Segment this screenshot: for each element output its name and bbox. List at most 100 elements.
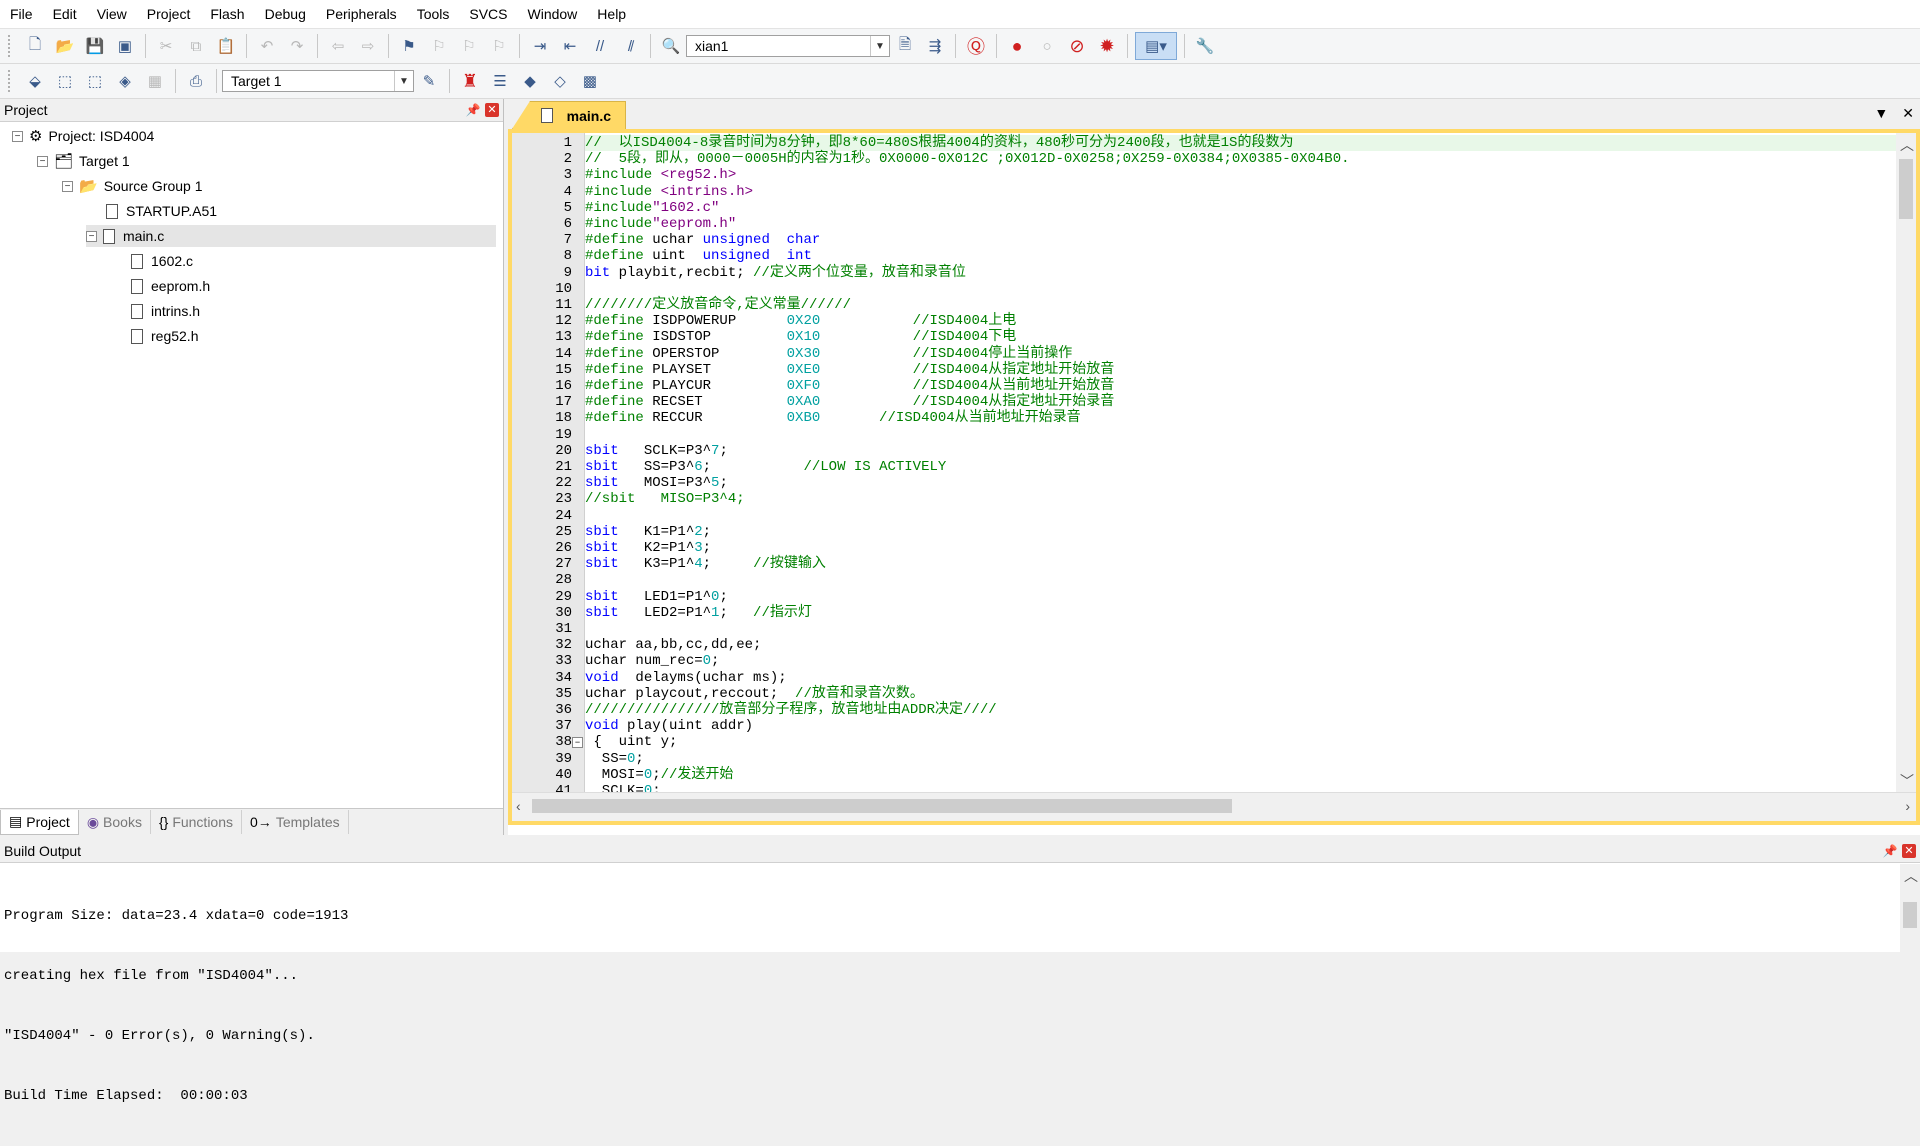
find-icon[interactable]: 🗎 (892, 33, 918, 59)
code-line[interactable]: #define RECCUR 0XB0 //ISD4004从当前地址开始录音 (585, 410, 1900, 426)
code-line[interactable]: void play(uint addr) (585, 718, 1900, 734)
pin-icon[interactable]: 📌 (465, 103, 481, 117)
select-packs-icon[interactable]: ◆ (517, 68, 543, 94)
chevron-up-icon[interactable]: ︿ (1900, 135, 1914, 155)
collapse-icon[interactable]: − (62, 180, 73, 192)
tab-functions[interactable]: {} Functions (151, 810, 243, 834)
menu-window[interactable]: Window (518, 6, 588, 22)
code-line[interactable]: MOSI=0;//发送开始 (585, 767, 1900, 783)
code-line[interactable]: #define ISDSTOP 0X10 //ISD4004下电 (585, 329, 1900, 345)
menu-peripherals[interactable]: Peripherals (316, 6, 407, 22)
close-tab-icon[interactable]: ✕ (1902, 105, 1914, 122)
incremental-find-icon[interactable]: ⇶ (922, 33, 948, 59)
code-line[interactable]: ////////定义放音命令,定义常量////// (585, 297, 1900, 313)
menu-edit[interactable]: Edit (43, 6, 87, 22)
tree-group-node[interactable]: − 📂 Source Group 1 (62, 175, 203, 197)
menu-project[interactable]: Project (137, 6, 201, 22)
manage-components-icon[interactable]: ♜ (457, 68, 483, 94)
menu-debug[interactable]: Debug (255, 6, 316, 22)
close-icon[interactable]: ✕ (485, 103, 499, 117)
collapse-icon[interactable]: − (86, 230, 97, 242)
code-line[interactable]: sbit K1=P1^2; (585, 524, 1900, 540)
file-extensions-icon[interactable]: ☰ (487, 68, 513, 94)
code-line[interactable]: uchar num_rec=0; (585, 653, 1900, 669)
chevron-right-icon[interactable]: › (1905, 798, 1910, 814)
tab-templates[interactable]: 0→ Templates (242, 810, 349, 834)
code-line[interactable]: SS=0; (585, 751, 1900, 767)
tab-main-c[interactable]: main.c (512, 101, 626, 129)
pin-icon[interactable]: 📌 (1882, 844, 1898, 858)
redo-icon[interactable]: ↷ (284, 33, 310, 59)
copy-icon[interactable]: ⧉ (183, 33, 209, 59)
collapse-icon[interactable]: − (12, 130, 23, 142)
cut-icon[interactable]: ✂ (153, 33, 179, 59)
close-icon[interactable]: ✕ (1902, 844, 1916, 858)
prev-bookmark-icon[interactable]: ⚐ (426, 33, 452, 59)
menu-view[interactable]: View (87, 6, 137, 22)
run-time-environment-icon[interactable]: ▩ (577, 68, 603, 94)
open-folder-icon[interactable]: 📂 (52, 33, 78, 59)
navigate-forward-icon[interactable]: ⇨ (355, 33, 381, 59)
code-line[interactable]: #define PLAYSET 0XE0 //ISD4004从指定地址开始放音 (585, 362, 1900, 378)
code-line[interactable]: { uint y; (585, 734, 1900, 750)
code-line[interactable]: #include"1602.c" (585, 200, 1900, 216)
find-in-files-icon[interactable]: 🔍 (658, 33, 684, 59)
uncomment-icon[interactable]: /̸ (617, 33, 643, 59)
code-line[interactable]: sbit SS=P3^6; //LOW IS ACTIVELY (585, 459, 1900, 475)
code-line[interactable]: sbit LED1=P1^0; (585, 589, 1900, 605)
code-line[interactable] (585, 427, 1900, 443)
code-line[interactable]: #include <intrins.h> (585, 184, 1900, 200)
code-line[interactable]: bit playbit,recbit; //定义两个位变量，放音和录音位 (585, 265, 1900, 281)
clear-bookmarks-icon[interactable]: ⚐ (486, 33, 512, 59)
code-line[interactable] (585, 508, 1900, 524)
menu-tools[interactable]: Tools (407, 6, 460, 22)
breakpoint-icon[interactable]: ● (1004, 33, 1030, 59)
vertical-scrollbar[interactable]: ︿ (1900, 864, 1920, 952)
chevron-down-icon[interactable]: ▼ (870, 36, 889, 56)
kill-all-breakpoints-icon[interactable]: ✹ (1094, 33, 1120, 59)
vertical-scrollbar[interactable]: ︿ ﹀ (1896, 133, 1916, 793)
tree-include-1602[interactable]: 1602.c (131, 250, 193, 272)
undo-icon[interactable]: ↶ (254, 33, 280, 59)
menu-svcs[interactable]: SVCS (459, 6, 517, 22)
toolbar-grip[interactable] (8, 70, 14, 92)
configure-icon[interactable]: 🔧 (1192, 33, 1218, 59)
chevron-up-icon[interactable]: ︿ (1904, 866, 1918, 886)
code-line[interactable]: void delayms(uchar ms); (585, 670, 1900, 686)
tree-include-eeprom[interactable]: eeprom.h (131, 275, 210, 297)
code-line[interactable]: sbit SCLK=P3^7; (585, 443, 1900, 459)
code-line[interactable]: sbit MOSI=P3^5; (585, 475, 1900, 491)
indent-icon[interactable]: ⇥ (527, 33, 553, 59)
scrollbar-thumb[interactable] (1903, 902, 1917, 928)
tree-file-main[interactable]: − main.c (86, 225, 496, 247)
tree-include-reg52[interactable]: reg52.h (131, 325, 198, 347)
batch-build-icon[interactable]: ◈ (112, 68, 138, 94)
chevron-left-icon[interactable]: ‹ (516, 798, 521, 814)
tree-include-intrins[interactable]: intrins.h (131, 300, 200, 322)
code-line[interactable]: #define uint unsigned int (585, 248, 1900, 264)
code-line[interactable]: #include <reg52.h> (585, 167, 1900, 183)
menu-file[interactable]: File (0, 6, 43, 22)
code-line[interactable]: uchar playcout,reccout; //放音和录音次数。 (585, 686, 1900, 702)
download-icon[interactable]: ⎙ (183, 68, 209, 94)
build-icon[interactable]: ⬚ (52, 68, 78, 94)
tab-project[interactable]: ▤ Project (0, 809, 79, 835)
target-combo[interactable]: Target 1 ▼ (222, 70, 414, 92)
code-line[interactable]: #define ISDPOWERUP 0X20 //ISD4004上电 (585, 313, 1900, 329)
rebuild-icon[interactable]: ⬚ (82, 68, 108, 94)
navigate-back-icon[interactable]: ⇦ (325, 33, 351, 59)
target-options-icon[interactable]: ✎ (416, 68, 442, 94)
code-line[interactable]: #define uchar unsigned char (585, 232, 1900, 248)
tab-books[interactable]: ◉ Books (79, 810, 151, 834)
start-debug-icon[interactable]: Ⓠ (963, 33, 989, 59)
window-layout-icon[interactable]: ▤▾ (1135, 32, 1177, 60)
code-line[interactable]: sbit K3=P1^4; //按键输入 (585, 556, 1900, 572)
next-bookmark-icon[interactable]: ⚐ (456, 33, 482, 59)
code-line[interactable] (585, 281, 1900, 297)
code-line[interactable] (585, 572, 1900, 588)
code-line[interactable]: // 5段，即从，0000－0005H的内容为1秒。0X0000-0X012C … (585, 151, 1900, 167)
save-icon[interactable]: 💾 (82, 33, 108, 59)
toolbar-grip[interactable] (8, 35, 14, 57)
tab-list-icon[interactable]: ▼ (1874, 105, 1888, 122)
pack-installer-icon[interactable]: ◇ (547, 68, 573, 94)
